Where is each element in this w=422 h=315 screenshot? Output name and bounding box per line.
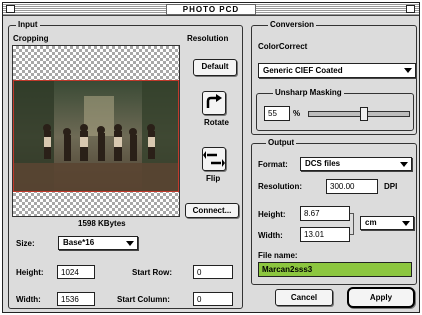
default-button[interactable]: Default <box>193 59 237 76</box>
chevron-down-icon <box>126 241 134 246</box>
output-height-field[interactable]: 8.67 <box>300 206 350 221</box>
dimension-bracket <box>353 213 354 235</box>
input-height-field[interactable]: 1024 <box>57 265 95 279</box>
cropping-label: Cropping <box>13 34 49 43</box>
file-size-label: 1598 KBytes <box>78 219 126 228</box>
unit-popup-value: cm <box>365 218 377 227</box>
output-resolution-label: Resolution: <box>258 182 302 191</box>
unsharp-unit-label: % <box>293 109 301 118</box>
slider-track <box>308 111 410 117</box>
flip-icon <box>203 151 225 167</box>
output-legend: Output <box>266 138 297 147</box>
flip-button[interactable] <box>202 147 226 171</box>
colorspace-popup-value: Generic CIEF Coated <box>263 66 343 75</box>
filename-label: File name: <box>258 251 298 260</box>
chevron-down-icon <box>404 68 412 73</box>
unsharp-legend: Unsharp Masking <box>273 88 344 97</box>
conversion-legend: Conversion <box>268 20 317 29</box>
rotate-label: Rotate <box>204 118 229 127</box>
zoom-box-icon[interactable] <box>406 5 415 13</box>
output-resolution-field[interactable]: 300.00 <box>326 179 378 194</box>
start-column-field[interactable]: 0 <box>193 292 233 306</box>
size-label: Size: <box>16 239 35 248</box>
output-width-label: Width: <box>258 231 283 240</box>
photo-image <box>14 81 178 191</box>
format-popup-value: DCS files <box>305 159 341 168</box>
filename-field[interactable]: Marcan2sss3 <box>258 262 412 277</box>
dimension-bracket-top <box>350 213 354 214</box>
colorspace-popup[interactable]: Generic CIEF Coated <box>258 63 416 78</box>
rotate-icon <box>206 94 222 108</box>
flip-label: Flip <box>206 174 221 183</box>
input-width-field[interactable]: 1536 <box>57 292 95 306</box>
slider-thumb[interactable] <box>360 107 368 121</box>
chevron-down-icon <box>400 162 408 167</box>
unit-popup[interactable]: cm <box>360 216 414 230</box>
unsharp-slider[interactable] <box>308 107 410 121</box>
start-row-field[interactable]: 0 <box>193 265 233 279</box>
chevron-down-icon <box>402 221 410 226</box>
close-box-icon[interactable] <box>6 5 15 13</box>
format-label: Format: <box>258 160 288 169</box>
format-popup[interactable]: DCS files <box>300 157 412 171</box>
input-height-label: Height: <box>16 268 44 277</box>
preview-photo[interactable] <box>13 80 179 192</box>
start-column-label: Start Column: <box>117 295 170 304</box>
input-legend: Input <box>16 20 40 29</box>
window-title: PHOTO PCD <box>166 4 256 15</box>
size-popup[interactable]: Base*16 <box>58 236 138 250</box>
input-width-label: Width: <box>16 295 41 304</box>
resolution-header-label: Resolution <box>187 34 229 43</box>
unsharp-value-field[interactable]: 55 <box>264 106 290 121</box>
connect-button[interactable]: Connect... <box>185 203 239 218</box>
start-row-label: Start Row: <box>132 268 172 277</box>
colorspace-label: ColorCorrect <box>258 42 308 51</box>
resolution-unit-label: DPI <box>384 182 398 191</box>
size-popup-value: Base*16 <box>63 238 95 247</box>
rotate-button[interactable] <box>202 91 226 115</box>
output-height-label: Height: <box>258 210 286 219</box>
cancel-button[interactable]: Cancel <box>275 289 333 306</box>
dimension-bracket-bottom <box>350 234 354 235</box>
output-width-field[interactable]: 13.01 <box>300 227 350 242</box>
apply-button[interactable]: Apply <box>347 287 415 308</box>
